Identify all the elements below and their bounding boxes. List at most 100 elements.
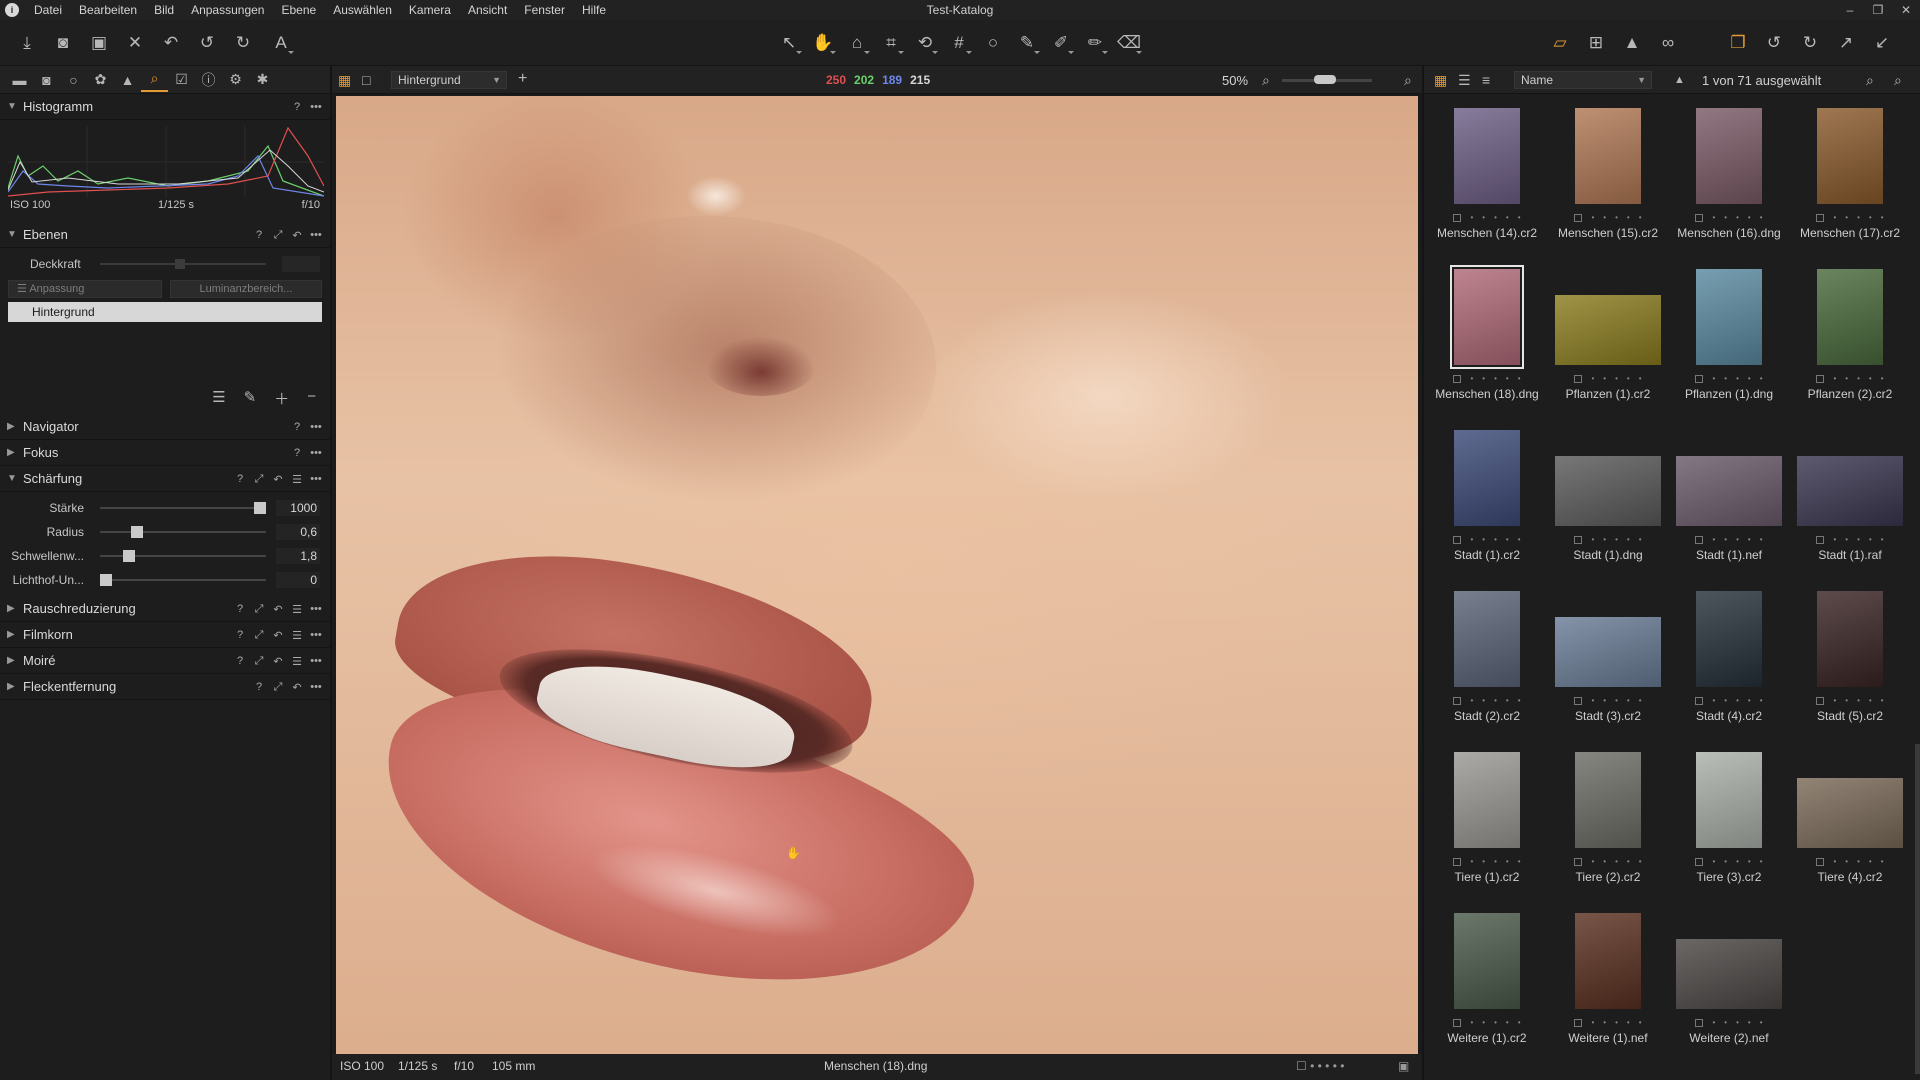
slider-value[interactable]: 0 — [276, 572, 320, 588]
checkbox-icon[interactable] — [1453, 857, 1462, 866]
adjustment-dropdown[interactable]: ☰ Anpassung — [8, 280, 162, 298]
rating-dot-icon[interactable]: • — [1724, 535, 1727, 544]
rating-dot-icon[interactable]: • — [1736, 857, 1739, 866]
slider-track[interactable] — [100, 507, 266, 509]
opacity-knob[interactable] — [175, 259, 185, 269]
thumbnail-image[interactable] — [1696, 752, 1762, 848]
thumbnail-image[interactable] — [1696, 108, 1762, 204]
help-icon[interactable]: ? — [234, 603, 246, 615]
slider-value[interactable]: 1000 — [276, 500, 320, 516]
thumbnail-item[interactable]: • • • • • Tiere (1).cr2 — [1427, 738, 1547, 898]
thumbnail-rating[interactable]: • • • • • — [1427, 857, 1547, 866]
thumbnail-image[interactable] — [1454, 108, 1520, 204]
spot-icon[interactable]: ○ — [980, 30, 1006, 56]
search-icon[interactable]: ⌕ — [1894, 72, 1902, 89]
reset-icon[interactable]: ↶ — [291, 681, 303, 694]
reset-icon[interactable]: ↶ — [272, 603, 284, 616]
rating-dot-icon[interactable]: • — [1845, 696, 1848, 705]
rating-dot-icon[interactable]: • — [1506, 696, 1509, 705]
checkbox-icon[interactable] — [1695, 374, 1704, 383]
rating-dot-icon[interactable]: • — [1615, 857, 1618, 866]
thumbnail-image[interactable] — [1555, 295, 1661, 365]
thumbnail-rating[interactable]: • • • • • — [1669, 1018, 1789, 1027]
help-icon[interactable]: ? — [291, 447, 303, 459]
thumbnail-item[interactable]: • • • • • Stadt (3).cr2 — [1548, 577, 1668, 737]
rating-dot-icon[interactable]: • — [1627, 696, 1630, 705]
pan-hand-icon[interactable]: ✋ — [810, 30, 836, 56]
thumbnail-image[interactable] — [1454, 752, 1520, 848]
menu-kamera[interactable]: Kamera — [402, 0, 461, 20]
rating-dot-icon[interactable]: • — [1833, 857, 1836, 866]
rating-dot-icon[interactable]: • — [1724, 857, 1727, 866]
help-icon[interactable]: ? — [253, 681, 265, 693]
rating-dot-icon[interactable]: • — [1869, 374, 1872, 383]
thumbnail-image[interactable] — [1454, 591, 1520, 687]
thumbnail-item[interactable]: • • • • • Weitere (1).nef — [1548, 899, 1668, 1059]
more-icon[interactable]: ••• — [310, 603, 322, 615]
more-icon[interactable]: ••• — [310, 447, 322, 459]
rating-dot-icon[interactable]: • — [1470, 374, 1473, 383]
layer-options-icon[interactable]: ☰ — [212, 388, 225, 409]
rating-dot-icon[interactable]: • — [1615, 696, 1618, 705]
rating-dot-icon[interactable]: • — [1760, 213, 1763, 222]
thumbnail-rating[interactable]: • • • • • — [1669, 696, 1789, 705]
rating-dot-icon[interactable]: • — [1470, 535, 1473, 544]
redo-icon[interactable]: ↻ — [230, 30, 256, 56]
zoom-out-icon[interactable]: ⌕ — [1262, 72, 1270, 89]
rating-dot-icon[interactable]: • — [1857, 857, 1860, 866]
rating-dot-icon[interactable]: • — [1736, 535, 1739, 544]
rating-dot-icon[interactable]: • — [1518, 857, 1521, 866]
rating-dot-icon[interactable]: • — [1518, 1018, 1521, 1027]
rating-dot-icon[interactable]: • — [1639, 857, 1642, 866]
single-view-icon[interactable]: □ — [362, 72, 370, 88]
maximize-button[interactable]: ❐ — [1864, 0, 1892, 20]
rating-dot-icon[interactable]: • — [1881, 374, 1884, 383]
rating-dot-icon[interactable]: • — [1748, 857, 1751, 866]
adjustments-tab-icon[interactable]: ☑ — [168, 68, 195, 92]
rating-dot-icon[interactable]: • — [1736, 696, 1739, 705]
rating-dot-icon[interactable]: • — [1881, 857, 1884, 866]
checkbox-icon[interactable] — [1816, 696, 1825, 705]
rating-dot-icon[interactable]: • — [1603, 1018, 1606, 1027]
minimize-button[interactable]: – — [1836, 0, 1864, 20]
thumbnail-rating[interactable]: • • • • • — [1427, 1018, 1547, 1027]
thumbnail-rating[interactable]: • • • • • — [1548, 1018, 1668, 1027]
thumbnail-rating[interactable]: • • • • • — [1669, 535, 1789, 544]
paste-adjustments-icon[interactable]: ↙ — [1869, 30, 1895, 56]
luminance-button[interactable]: Luminanzbereich... — [170, 280, 322, 298]
noise-header[interactable]: ▶ Rauschreduzierung ? ⤢ ↶ ☰ ••• — [0, 596, 330, 622]
sharpening-header[interactable]: ▼ Schärfung ? ⤢ ↶ ☰ ••• — [0, 466, 330, 492]
presets-icon[interactable]: ☰ — [291, 629, 303, 642]
help-icon[interactable]: ? — [234, 473, 246, 485]
thumbnail-rating[interactable]: • • • • • — [1427, 535, 1547, 544]
thumbnail-rating[interactable]: • • • • • — [1790, 374, 1910, 383]
rating-dot-icon[interactable]: • — [1736, 374, 1739, 383]
checkbox-icon[interactable] — [1695, 213, 1704, 222]
rating-dot-icon[interactable]: • — [1724, 374, 1727, 383]
slider-value[interactable]: 1,8 — [276, 548, 320, 564]
thumbnail-image[interactable] — [1575, 913, 1641, 1009]
checkbox-icon[interactable] — [1453, 1018, 1462, 1027]
thumbnail-image[interactable] — [1575, 108, 1641, 204]
checkbox-icon[interactable] — [1453, 696, 1462, 705]
checkbox-icon[interactable] — [1695, 696, 1704, 705]
thumbnail-item[interactable]: • • • • • Pflanzen (1).dng — [1669, 255, 1789, 415]
layer-row-background[interactable]: Hintergrund — [8, 302, 322, 322]
rating-dot-icon[interactable]: • — [1591, 696, 1594, 705]
checkbox-icon[interactable] — [1695, 535, 1704, 544]
checkbox-icon[interactable] — [1816, 374, 1825, 383]
rating-dot-icon[interactable]: • — [1857, 374, 1860, 383]
crop-icon[interactable]: ⌗ — [878, 30, 904, 56]
rating-dot-icon[interactable]: • — [1506, 535, 1509, 544]
thumbnail-item[interactable]: • • • • • Stadt (4).cr2 — [1669, 577, 1789, 737]
reset-icon[interactable]: ↶ — [158, 30, 184, 56]
add-layer-icon[interactable]: ＋ — [274, 388, 289, 409]
list-view-icon[interactable]: ☰ — [1458, 72, 1471, 89]
thumbnail-item[interactable]: • • • • • Menschen (16).dng — [1669, 94, 1789, 254]
rating-dot-icon[interactable]: • — [1603, 374, 1606, 383]
output-tab-icon[interactable]: ⚙ — [222, 68, 249, 92]
reset-icon[interactable]: ↶ — [272, 473, 284, 486]
thumbnail-rating[interactable]: • • • • • — [1427, 696, 1547, 705]
rating-dot-icon[interactable]: • — [1482, 857, 1485, 866]
rating-dot-icon[interactable]: • — [1506, 213, 1509, 222]
